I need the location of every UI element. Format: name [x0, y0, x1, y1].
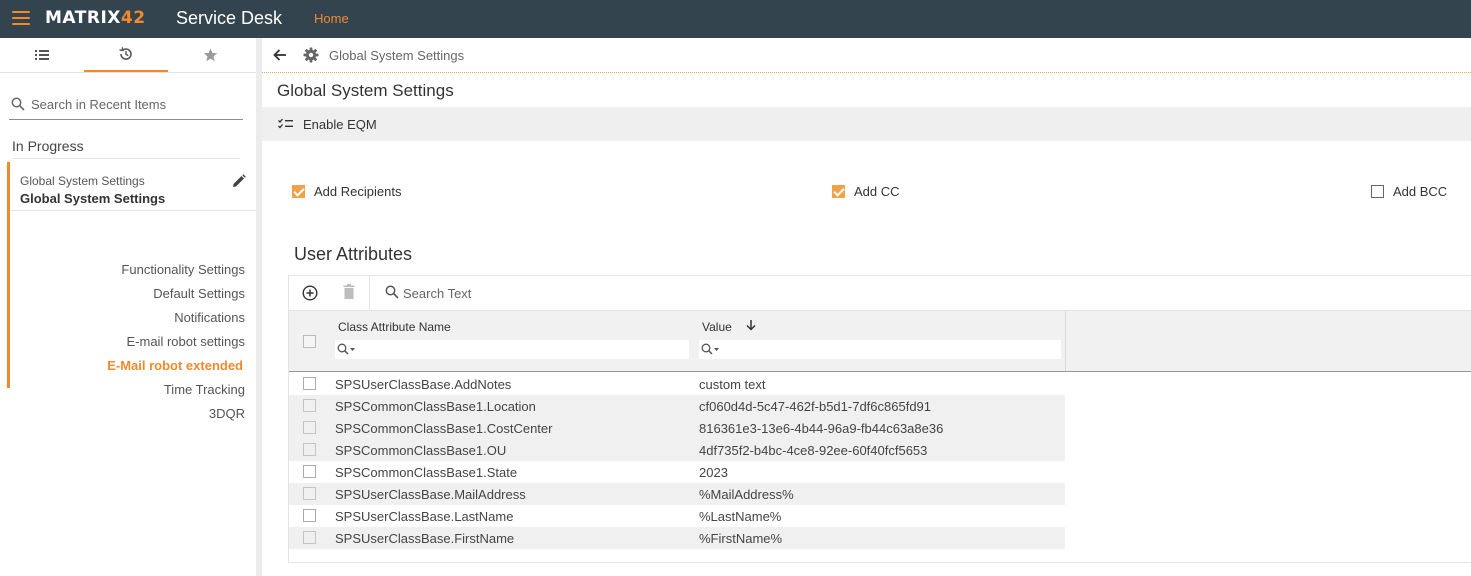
cell-attribute-name: SPSCommonClassBase1.CostCenter	[335, 421, 553, 436]
back-arrow-icon[interactable]	[273, 48, 287, 62]
row-checkbox[interactable]	[303, 399, 316, 412]
cell-value: 4df735f2-b4bc-4ce8-92ee-60f40fcf5653	[699, 443, 928, 458]
sidebar-tabs	[0, 38, 256, 73]
cell-value: cf060d4d-5c47-462f-b5d1-7df6c865fd91	[699, 399, 932, 414]
cell-value: 816361e3-13e6-4b44-96a9-fb44c63a8e36	[699, 421, 944, 436]
action-toolbar: Enable EQM	[262, 107, 1471, 141]
column-class-attribute-name[interactable]: Class Attribute Name	[338, 320, 451, 334]
cell-attribute-name: SPSCommonClassBase1.State	[335, 465, 518, 480]
filter-search-icon	[701, 343, 719, 355]
add-bcc-checkbox[interactable]: Add BCC	[1371, 184, 1447, 199]
cell-attribute-name: SPSUserClassBase.FirstName	[335, 531, 515, 546]
pencil-icon[interactable]	[232, 174, 246, 188]
select-all-checkbox[interactable]	[303, 335, 316, 348]
recent-search	[9, 92, 243, 120]
cell-attribute-name: SPSCommonClassBase1.OU	[335, 443, 507, 458]
sidebar-link-3dqr[interactable]: 3DQR	[209, 406, 245, 421]
cell-attribute-name: SPSCommonClassBase1.Location	[335, 399, 536, 414]
table-row[interactable]: SPSCommonClassBase1.State 2023	[289, 461, 1065, 483]
column-separator	[1065, 311, 1066, 371]
add-recipients-label: Add Recipients	[314, 184, 402, 199]
search-icon	[11, 97, 25, 111]
list-icon	[35, 50, 49, 60]
row-checkbox[interactable]	[303, 487, 316, 500]
row-checkbox[interactable]	[303, 465, 316, 478]
recent-search-input[interactable]	[31, 94, 236, 114]
in-progress-group: Global System Settings Global System Set…	[7, 162, 259, 421]
star-icon	[203, 48, 217, 62]
row-checkbox[interactable]	[303, 531, 316, 544]
home-link[interactable]: Home	[314, 11, 349, 26]
table-row[interactable]: SPSUserClassBase.MailAddress %MailAddres…	[289, 483, 1065, 505]
grid-search-input[interactable]	[403, 283, 703, 303]
add-recipients-checkbox[interactable]: Add Recipients	[292, 184, 401, 199]
toolbar-separator	[369, 276, 370, 310]
tab-navigation[interactable]	[0, 38, 84, 72]
cell-value: %LastName%	[699, 509, 782, 524]
table-row[interactable]: SPSUserClassBase.LastName %LastName%	[289, 505, 1065, 527]
cell-value: %MailAddress%	[699, 487, 794, 502]
grid-header: Class Attribute Name Value	[289, 311, 1471, 372]
table-row[interactable]: SPSCommonClassBase1.CostCenter 816361e3-…	[289, 417, 1065, 439]
sidebar-link-default-settings[interactable]: Default Settings	[153, 286, 245, 301]
enable-eqm-button[interactable]: Enable EQM	[278, 107, 377, 141]
in-progress-heading: In Progress	[12, 138, 240, 159]
add-cc-label: Add CC	[854, 184, 900, 199]
table-row[interactable]: SPSCommonClassBase1.Location cf060d4d-5c…	[289, 395, 1065, 417]
breadcrumb: Global System Settings	[262, 38, 1471, 73]
row-checkbox[interactable]	[303, 421, 316, 434]
search-icon	[385, 285, 399, 299]
grid-search	[385, 283, 703, 303]
recent-item-global-system-settings[interactable]: Global System Settings Global System Set…	[10, 162, 256, 211]
main-content: Global System Settings Global System Set…	[262, 38, 1471, 576]
cell-attribute-name: SPSUserClassBase.AddNotes	[335, 377, 512, 392]
trash-icon[interactable]	[343, 284, 355, 299]
checkbox-checked	[292, 185, 305, 198]
grid-toolbar	[289, 276, 1471, 311]
user-attributes-heading: User Attributes	[294, 244, 413, 264]
cell-value: 2023	[699, 465, 728, 480]
enable-eqm-label: Enable EQM	[303, 116, 377, 132]
sort-descending-icon[interactable]	[745, 319, 757, 331]
sidebar-link-email-robot-settings[interactable]: E-mail robot settings	[127, 334, 246, 349]
cell-value: custom text	[699, 377, 766, 392]
cell-value: %FirstName%	[699, 531, 783, 546]
recent-item-subtitle: Global System Settings	[20, 174, 145, 188]
cell-attribute-name: SPSUserClassBase.LastName	[335, 509, 514, 524]
user-attributes-grid: Class Attribute Name Value SPSUserClassB…	[288, 275, 1471, 563]
tab-favorites[interactable]	[168, 38, 252, 72]
column-value[interactable]: Value	[702, 320, 732, 334]
app-title: Service Desk	[176, 8, 283, 28]
page-title: Global System Settings	[277, 81, 454, 100]
filter-search-icon	[337, 343, 355, 355]
hamburger-menu-icon[interactable]	[12, 11, 30, 27]
recent-item-title: Global System Settings	[20, 191, 166, 206]
row-checkbox[interactable]	[303, 509, 316, 522]
table-row[interactable]: SPSUserClassBase.FirstName %FirstName%	[289, 527, 1065, 549]
table-row[interactable]: SPSUserClassBase.AddNotes custom text	[289, 373, 1065, 395]
tab-recent-items[interactable]	[84, 38, 168, 72]
sidebar: In Progress Global System Settings Globa…	[0, 38, 256, 576]
sidebar-link-time-tracking[interactable]: Time Tracking	[164, 382, 245, 397]
sidebar-link-notifications[interactable]: Notifications	[174, 310, 245, 325]
top-bar: MATRIX42 Service Desk Home	[0, 0, 1471, 38]
table-row[interactable]: SPSCommonClassBase1.OU 4df735f2-b4bc-4ce…	[289, 439, 1065, 461]
add-cc-checkbox[interactable]: Add CC	[832, 184, 900, 199]
breadcrumb-current[interactable]: Global System Settings	[329, 48, 464, 63]
row-checkbox[interactable]	[303, 443, 316, 456]
sidebar-link-email-robot-extended[interactable]: E-Mail robot extended	[107, 358, 243, 373]
cell-attribute-name: SPSUserClassBase.MailAddress	[335, 487, 526, 502]
logo: MATRIX42	[45, 8, 146, 28]
add-bcc-label: Add BCC	[1393, 184, 1448, 199]
sidebar-link-functionality-settings[interactable]: Functionality Settings	[121, 262, 245, 277]
value-filter-input[interactable]	[699, 340, 1061, 359]
row-checkbox[interactable]	[303, 377, 316, 390]
checkbox-unchecked	[1371, 185, 1384, 198]
add-circle-icon[interactable]	[302, 285, 318, 301]
checklist-icon	[278, 118, 293, 129]
checkbox-checked	[832, 185, 845, 198]
gear-icon	[303, 47, 319, 63]
name-filter-input[interactable]	[335, 340, 689, 359]
history-icon	[119, 47, 132, 60]
